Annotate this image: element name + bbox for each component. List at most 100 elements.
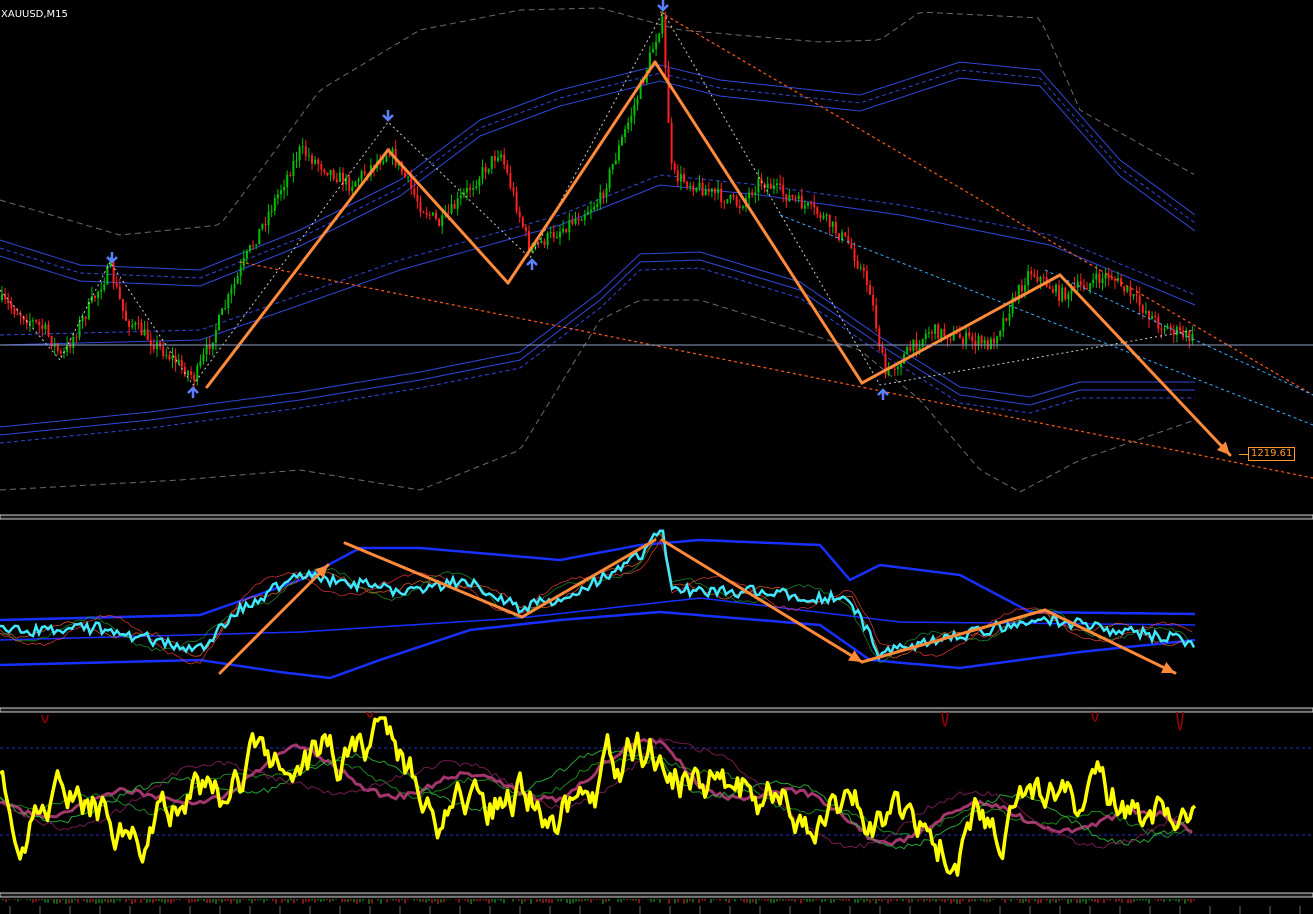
candle-body (466, 187, 468, 193)
candle-body (509, 172, 512, 188)
candle-body (16, 314, 19, 316)
candle-body (698, 182, 701, 189)
candle-body (686, 181, 689, 188)
candle-body (524, 226, 527, 231)
candle-body (965, 332, 968, 344)
candle-body (134, 322, 137, 326)
panel-separator[interactable] (0, 514, 1313, 520)
candle-body (1064, 287, 1067, 300)
candle-body (245, 250, 248, 258)
candle-body (1126, 286, 1129, 292)
candle-body (1098, 273, 1101, 284)
candle-body (844, 232, 847, 237)
candle-body (435, 212, 437, 219)
candle-body (636, 98, 639, 105)
candle-body (934, 324, 937, 334)
candle-body (751, 192, 754, 195)
candle-body (1148, 311, 1150, 319)
candle-body (1030, 271, 1033, 275)
candle-body (704, 189, 707, 196)
candle-body (252, 245, 255, 247)
candle-body (292, 160, 295, 177)
candle-body (1005, 318, 1008, 321)
candle-body (357, 179, 360, 182)
candle-body (831, 222, 834, 227)
candle-body (345, 177, 348, 185)
candle-body (862, 267, 865, 272)
candle-body (893, 368, 896, 370)
candle-body (834, 222, 837, 234)
candle-body (828, 214, 831, 227)
candle-body (707, 189, 710, 192)
candle-body (1157, 316, 1160, 329)
candle-body (382, 161, 385, 164)
candle-body (608, 169, 611, 189)
trading-chart[interactable] (0, 0, 1313, 914)
candle-body (555, 237, 558, 239)
candle-body (776, 183, 778, 186)
candle-body (797, 195, 800, 199)
candle-body (249, 245, 251, 251)
candle-body (614, 160, 617, 165)
candle-body (596, 203, 599, 207)
candle-body (521, 217, 524, 227)
candle-body (971, 336, 974, 341)
candle-body (115, 283, 118, 287)
candle-body (13, 308, 16, 315)
candle-body (552, 231, 555, 238)
panel-separator[interactable] (0, 892, 1313, 898)
candle-body (168, 355, 171, 360)
candle-body (670, 122, 673, 164)
candle-body (78, 321, 81, 338)
candle-body (1092, 279, 1095, 284)
candle-body (453, 203, 456, 209)
candle-body (1160, 328, 1163, 330)
panel-separator[interactable] (0, 707, 1313, 713)
candle-body (900, 363, 902, 368)
candle-body (621, 136, 623, 146)
candle-body (81, 317, 84, 322)
candle-body (128, 320, 131, 328)
candle-body (422, 211, 425, 213)
candle-body (121, 298, 124, 311)
candle-body (199, 361, 202, 366)
candle-body (869, 285, 871, 295)
candle-body (673, 163, 676, 171)
candle-body (676, 170, 679, 182)
candle-body (810, 202, 813, 204)
candle-body (785, 194, 788, 202)
candle-body (103, 284, 106, 290)
candle-body (1027, 271, 1030, 286)
candle-body (459, 195, 462, 199)
candle-body (996, 336, 999, 344)
candle-body (140, 323, 143, 336)
candle-body (1042, 276, 1045, 278)
candle-body (1048, 286, 1051, 289)
candle-body (624, 129, 627, 137)
candle-body (497, 157, 499, 161)
candle-body (227, 294, 230, 309)
candle-body (512, 187, 515, 192)
candle-body (450, 203, 453, 214)
candle-body (602, 192, 605, 198)
candle-body (413, 188, 416, 195)
candle-body (286, 174, 289, 188)
candle-body (999, 331, 1002, 337)
candle-body (667, 68, 670, 123)
candle-body (949, 339, 952, 341)
candle-body (1086, 288, 1088, 290)
candle-body (425, 212, 428, 215)
candle-body (989, 338, 992, 350)
candle-body (447, 211, 450, 214)
candle-body (565, 228, 568, 233)
candle-body (782, 184, 785, 195)
candle-body (794, 197, 797, 199)
candle-body (326, 172, 329, 176)
candle-body (540, 241, 543, 243)
candle-body (577, 218, 580, 221)
candle-body (931, 332, 933, 334)
candle-body (1123, 286, 1126, 292)
candle-body (692, 185, 695, 192)
candle-body (441, 215, 444, 227)
candle-body (559, 231, 561, 238)
